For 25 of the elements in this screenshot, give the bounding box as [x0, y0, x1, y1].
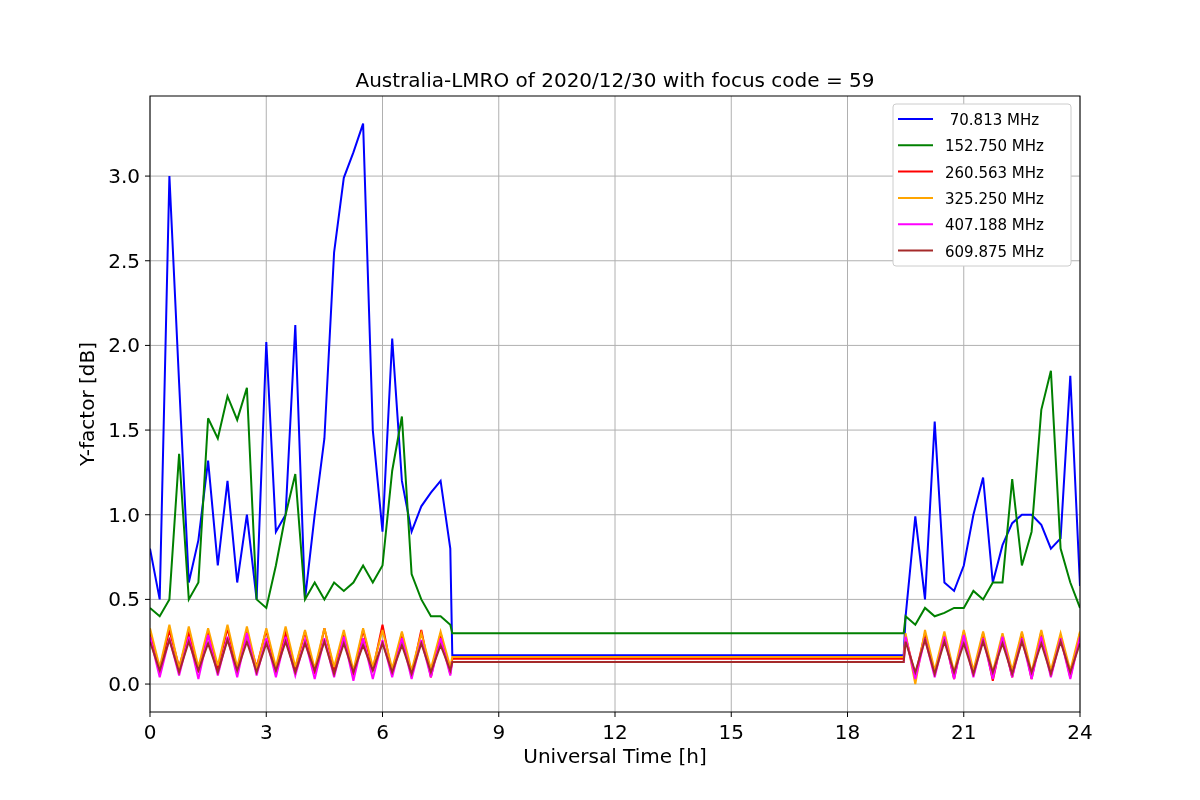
- legend-label: 609.875 MHz: [945, 242, 1044, 261]
- tick-label: 12: [602, 720, 628, 744]
- tick-label: 2.0: [108, 333, 140, 358]
- y-axis-label: Y-factor [dB]: [75, 342, 99, 466]
- tick-label: 0: [143, 720, 157, 744]
- tick-label: 1.5: [108, 418, 140, 443]
- legend-label: 260.563 MHz: [945, 163, 1044, 182]
- legend-label: 325.250 MHz: [945, 189, 1044, 208]
- x-axis-label: Universal Time [h]: [523, 744, 707, 768]
- legend-label: 70.813 MHz: [949, 111, 1040, 129]
- tick-label: 21: [951, 720, 977, 744]
- tick-label: 24: [1067, 720, 1093, 744]
- tick-label: 1.0: [108, 502, 140, 527]
- tick-label: 0.0: [108, 672, 140, 697]
- legend-label: 152.750 MHz: [945, 137, 1044, 156]
- tick-label: 3: [259, 720, 273, 744]
- chart-title: Australia-LMRO of 2020/12/30 with focus code = 59: [355, 68, 875, 92]
- tick-label: 15: [718, 720, 744, 744]
- tick-label: 6: [376, 720, 389, 744]
- tick-label: 3.0: [108, 164, 140, 189]
- tick-label: 0.5: [108, 587, 140, 612]
- legend-label: 407.188 MHz: [945, 216, 1044, 235]
- tick-label: 2.5: [108, 248, 140, 273]
- tick-label: 18: [834, 720, 861, 744]
- tick-label: 9: [492, 720, 506, 744]
